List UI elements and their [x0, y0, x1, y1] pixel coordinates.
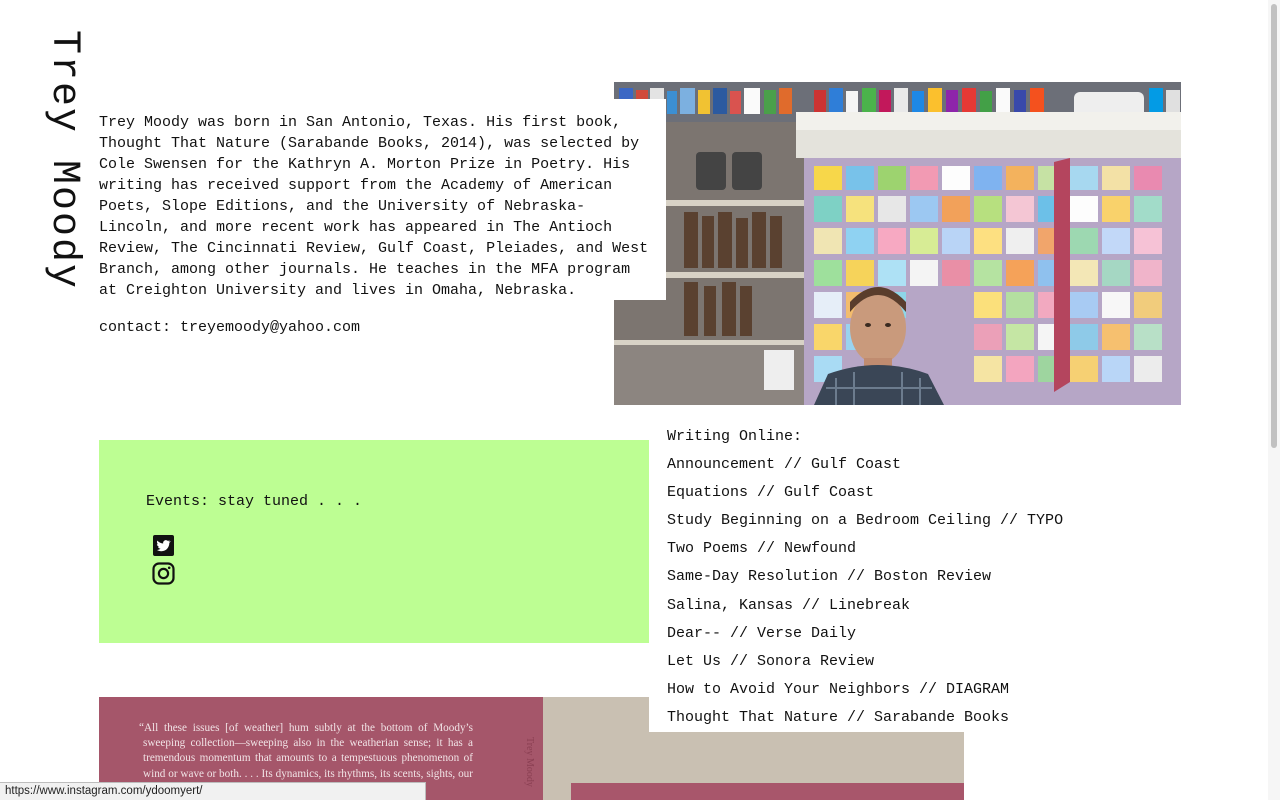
book-front-band [571, 783, 964, 800]
author-photo-image [614, 82, 1181, 405]
writing-link-text[interactable]: Let Us // Sonora Review [667, 653, 874, 670]
events-text: Events: stay tuned . . . [146, 493, 363, 510]
contact-email[interactable]: contact: treyemoody@yahoo.com [99, 317, 360, 338]
writing-link-text[interactable]: Same-Day Resolution // Boston Review [667, 568, 991, 585]
events-panel: Events: stay tuned . . . [99, 440, 650, 643]
site-title: Trey Moody [41, 30, 86, 291]
writing-online-list: Writing Online: Announcement // Gulf Coa… [667, 423, 1063, 732]
status-bar-url: https://www.instagram.com/ydoomyert/ [0, 782, 426, 800]
writing-link-text[interactable]: Equations // Gulf Coast [667, 484, 874, 501]
writing-link[interactable]: Announcement // Gulf Coast [667, 451, 1063, 479]
writing-link-text[interactable]: How to Avoid Your Neighbors // DIAGRAM [667, 681, 1009, 698]
author-photo [614, 82, 1181, 405]
instagram-icon[interactable] [152, 562, 175, 585]
writing-link-text[interactable]: Announcement // Gulf Coast [667, 456, 901, 473]
writing-link[interactable]: Dear-- // Verse Daily [667, 620, 1063, 648]
bio-text: Trey Moody was born in San Antonio, Texa… [99, 114, 649, 299]
writing-link[interactable]: Thought That Nature // Sarabande Books [667, 704, 1063, 732]
writing-link-text[interactable]: Thought That Nature // Sarabande Books [667, 709, 1009, 726]
writing-link-text[interactable]: Study Beginning on a Bedroom Ceiling // … [667, 512, 1063, 529]
writing-link[interactable]: Salina, Kansas // Linebreak [667, 592, 1063, 620]
writing-link[interactable]: Study Beginning on a Bedroom Ceiling // … [667, 507, 1063, 535]
writing-link[interactable]: How to Avoid Your Neighbors // DIAGRAM [667, 676, 1063, 704]
writing-link[interactable]: Let Us // Sonora Review [667, 648, 1063, 676]
bio-panel: Trey Moody was born in San Antonio, Texa… [90, 99, 666, 300]
page-scrollbar[interactable] [1268, 0, 1280, 800]
writing-link[interactable]: Same-Day Resolution // Boston Review [667, 563, 1063, 591]
book-spine-title: Trey Moody [524, 737, 535, 787]
writing-link-text[interactable]: Two Poems // Newfound [667, 540, 856, 557]
writing-link-text[interactable]: Salina, Kansas // Linebreak [667, 597, 910, 614]
writing-link-text[interactable]: Dear-- // Verse Daily [667, 625, 856, 642]
writing-link[interactable]: Two Poems // Newfound [667, 535, 1063, 563]
twitter-icon[interactable] [153, 535, 174, 556]
writing-heading: Writing Online: [667, 428, 803, 445]
scrollbar-thumb[interactable] [1271, 4, 1277, 448]
writing-link[interactable]: Equations // Gulf Coast [667, 479, 1063, 507]
